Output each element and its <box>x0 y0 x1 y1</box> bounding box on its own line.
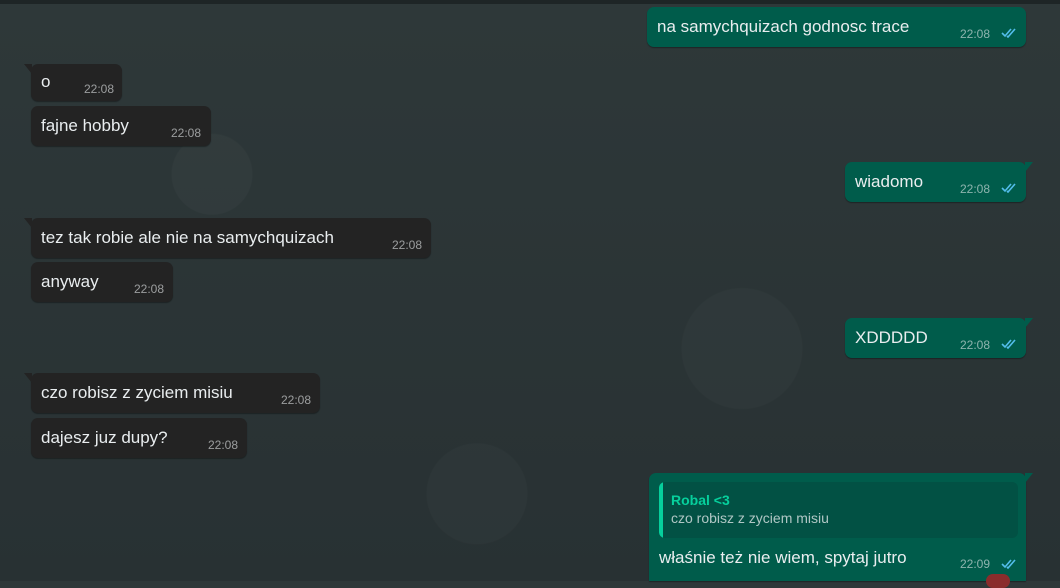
incoming-message[interactable]: o 22:08 <box>24 64 122 101</box>
incoming-message[interactable]: dajesz juz dupy? 22:08 <box>31 418 247 458</box>
incoming-message[interactable]: fajne hobby 22:08 <box>31 106 211 146</box>
message-time: 22:08 <box>84 82 115 96</box>
message-time: 22:09 <box>960 557 991 571</box>
quoted-message[interactable]: Robal <3 czo robisz z zyciem misiu <box>659 482 1018 538</box>
message-time: 22:08 <box>171 126 202 140</box>
double-check-icon <box>1001 559 1016 569</box>
message-text: o <box>41 72 51 91</box>
message-time: 22:08 <box>208 438 239 452</box>
message-text: na samychquizach godnosc trace <box>657 17 910 36</box>
message-time: 22:08 <box>960 27 991 41</box>
outgoing-message[interactable]: wiadomo 22:08 <box>845 162 1033 202</box>
outgoing-message[interactable]: XDDDDD 22:08 <box>845 318 1033 358</box>
message-text: wiadomo <box>855 172 924 191</box>
double-check-icon <box>1001 28 1016 38</box>
message-text: czo robisz z zyciem misiu <box>41 383 233 402</box>
outgoing-reply-message[interactable]: Robal <3 czo robisz z zyciem misiu właśn… <box>649 473 1033 581</box>
message-time: 22:08 <box>960 182 991 196</box>
message-text: anyway <box>41 272 99 291</box>
message-time: 22:08 <box>960 338 991 352</box>
message-text: tez tak robie ale nie na samychquizach <box>41 228 334 247</box>
double-check-icon <box>1001 183 1016 193</box>
message-text: XDDDDD <box>855 328 928 347</box>
message-time: 22:08 <box>392 238 423 252</box>
quote-accent-bar <box>659 482 663 538</box>
double-check-icon <box>1001 339 1016 349</box>
incoming-message[interactable]: tez tak robie ale nie na samychquizach 2… <box>24 218 431 258</box>
outgoing-message[interactable]: na samychquizach godnosc trace 22:08 <box>647 7 1026 47</box>
message-text: dajesz juz dupy? <box>41 428 168 447</box>
message-time: 22:08 <box>281 393 312 407</box>
message-text: fajne hobby <box>41 116 129 135</box>
unread-badge[interactable] <box>986 574 1010 588</box>
quote-text: czo robisz z zyciem misiu <box>671 510 829 526</box>
incoming-message[interactable]: anyway 22:08 <box>31 262 173 302</box>
message-time: 22:08 <box>134 282 165 296</box>
incoming-message[interactable]: czo robisz z zyciem misiu 22:08 <box>24 373 320 413</box>
message-text: właśnie też nie wiem, spytaj jutro <box>659 548 907 567</box>
quote-author: Robal <3 <box>671 492 730 508</box>
window-top-edge <box>0 0 1060 4</box>
